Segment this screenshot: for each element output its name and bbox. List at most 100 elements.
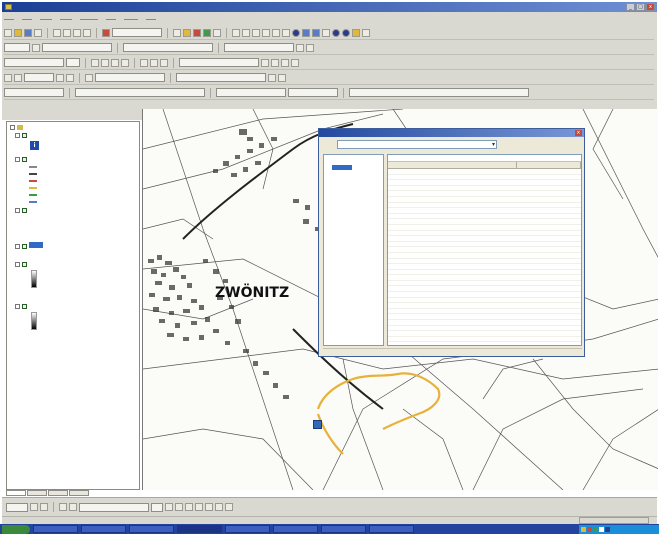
scale-bar-icon[interactable] xyxy=(291,58,299,67)
taskbar-button[interactable] xyxy=(177,525,222,533)
toc-layer-5[interactable] xyxy=(15,262,29,268)
font-color-icon[interactable] xyxy=(195,503,203,511)
fixed-zoom-in-icon[interactable] xyxy=(252,28,260,37)
print-icon[interactable] xyxy=(34,28,42,37)
save-icon[interactable] xyxy=(24,28,32,37)
underline-icon[interactable] xyxy=(111,58,119,67)
menu-item[interactable] xyxy=(146,15,156,20)
identify-layers-combo[interactable] xyxy=(337,140,497,149)
flip-icon[interactable] xyxy=(66,73,74,82)
rotate-icon[interactable] xyxy=(56,73,64,82)
select-elements-icon[interactable] xyxy=(14,73,22,82)
expand-icon[interactable] xyxy=(15,244,20,249)
rectangle-icon[interactable] xyxy=(59,503,67,511)
toc-layer-6[interactable] xyxy=(15,304,29,310)
new-icon[interactable] xyxy=(4,28,12,37)
expand-icon[interactable] xyxy=(15,304,20,309)
layout-icon[interactable] xyxy=(261,58,269,67)
menu-item[interactable] xyxy=(80,15,98,20)
taskbar-button[interactable] xyxy=(225,525,270,533)
expand-icon[interactable] xyxy=(10,125,15,130)
toc-layer-1[interactable] xyxy=(15,133,29,139)
drawing-menu[interactable] xyxy=(6,502,28,512)
tab-display[interactable] xyxy=(6,490,26,496)
zoom-in-icon[interactable] xyxy=(232,28,240,37)
fill-color-icon[interactable] xyxy=(205,503,213,511)
target-combo[interactable] xyxy=(123,43,213,52)
table-icon[interactable] xyxy=(281,58,289,67)
draw-font-combo[interactable] xyxy=(79,502,149,512)
graph-icon[interactable] xyxy=(271,58,279,67)
toc-layer-2[interactable] xyxy=(15,157,29,163)
help-icon[interactable] xyxy=(213,28,221,37)
taskbar-button[interactable] xyxy=(369,525,414,533)
editor-menu[interactable] xyxy=(4,43,30,52)
identify-icon[interactable] xyxy=(332,28,340,37)
find-icon[interactable] xyxy=(342,28,350,37)
layer-visibility-checkbox[interactable] xyxy=(22,262,27,267)
coordinate-combo[interactable] xyxy=(349,88,529,97)
taskbar-button[interactable] xyxy=(273,525,318,533)
marker-color-icon[interactable] xyxy=(225,503,233,511)
copy-icon[interactable] xyxy=(63,28,71,37)
italic-icon[interactable] xyxy=(101,58,109,67)
layer-visibility-checkbox[interactable] xyxy=(22,208,27,213)
draw-tool-icon[interactable] xyxy=(4,73,12,82)
back-extent-icon[interactable] xyxy=(302,28,310,37)
taskbar-button[interactable] xyxy=(33,525,78,533)
bold-icon[interactable] xyxy=(91,58,99,67)
layer-visibility-checkbox[interactable] xyxy=(22,133,27,138)
tree-node-feature[interactable] xyxy=(332,165,352,170)
brightness-icon[interactable] xyxy=(278,73,286,82)
layer-visibility-checkbox[interactable] xyxy=(22,244,27,249)
tab-other[interactable] xyxy=(69,490,89,496)
menu-item[interactable] xyxy=(106,15,116,20)
column-header-value[interactable] xyxy=(517,162,581,168)
font-combo[interactable] xyxy=(4,58,64,67)
attribute-row[interactable] xyxy=(388,337,581,343)
geo-combo[interactable] xyxy=(179,58,259,67)
tray-icon[interactable] xyxy=(581,526,586,532)
font-size-combo[interactable] xyxy=(66,58,80,67)
select-features-icon[interactable] xyxy=(322,28,330,37)
maximize-button[interactable]: □ xyxy=(636,3,645,11)
close-button[interactable]: x xyxy=(646,3,655,11)
menu-item[interactable] xyxy=(124,15,138,20)
fill-color-icon[interactable] xyxy=(140,58,148,67)
data-frame-combo[interactable] xyxy=(4,88,64,97)
select-elements-icon[interactable] xyxy=(30,503,38,511)
menu-item[interactable] xyxy=(60,15,72,20)
taskbar-button[interactable] xyxy=(81,525,126,533)
tab-selection[interactable] xyxy=(48,490,68,496)
tab-source[interactable] xyxy=(27,490,47,496)
measure-icon[interactable] xyxy=(352,28,360,37)
contrast-icon[interactable] xyxy=(268,73,276,82)
sketch-tool-icon[interactable] xyxy=(32,43,40,52)
tray-icon[interactable] xyxy=(587,526,592,532)
open-icon[interactable] xyxy=(14,28,22,37)
identify-results-tree[interactable] xyxy=(323,154,384,346)
zoom-out-icon[interactable] xyxy=(242,28,250,37)
layer-visibility-checkbox[interactable] xyxy=(22,157,27,162)
add-data-icon[interactable] xyxy=(102,28,110,37)
bold-icon[interactable] xyxy=(165,503,173,511)
map-scale-combo[interactable] xyxy=(112,28,162,37)
folder-icon[interactable] xyxy=(183,28,191,37)
zoom-combo[interactable] xyxy=(24,73,54,82)
line-color-icon[interactable] xyxy=(150,58,158,67)
draw-size-combo[interactable] xyxy=(151,502,163,512)
menu-item[interactable] xyxy=(22,15,32,20)
toc-layer-4-selected[interactable] xyxy=(15,242,43,250)
raster-layer-combo[interactable] xyxy=(95,73,165,82)
minimize-button[interactable]: _ xyxy=(626,3,635,11)
task-combo[interactable] xyxy=(42,43,112,52)
italic-icon[interactable] xyxy=(175,503,183,511)
view-combo[interactable] xyxy=(216,88,286,97)
delete-icon[interactable] xyxy=(83,28,91,37)
toolbox-icon[interactable] xyxy=(193,28,201,37)
layer-visibility-checkbox[interactable] xyxy=(22,304,27,309)
tray-icon[interactable] xyxy=(605,526,610,532)
start-button[interactable] xyxy=(2,524,30,534)
tray-icon[interactable] xyxy=(593,526,598,532)
marker-color-icon[interactable] xyxy=(160,58,168,67)
